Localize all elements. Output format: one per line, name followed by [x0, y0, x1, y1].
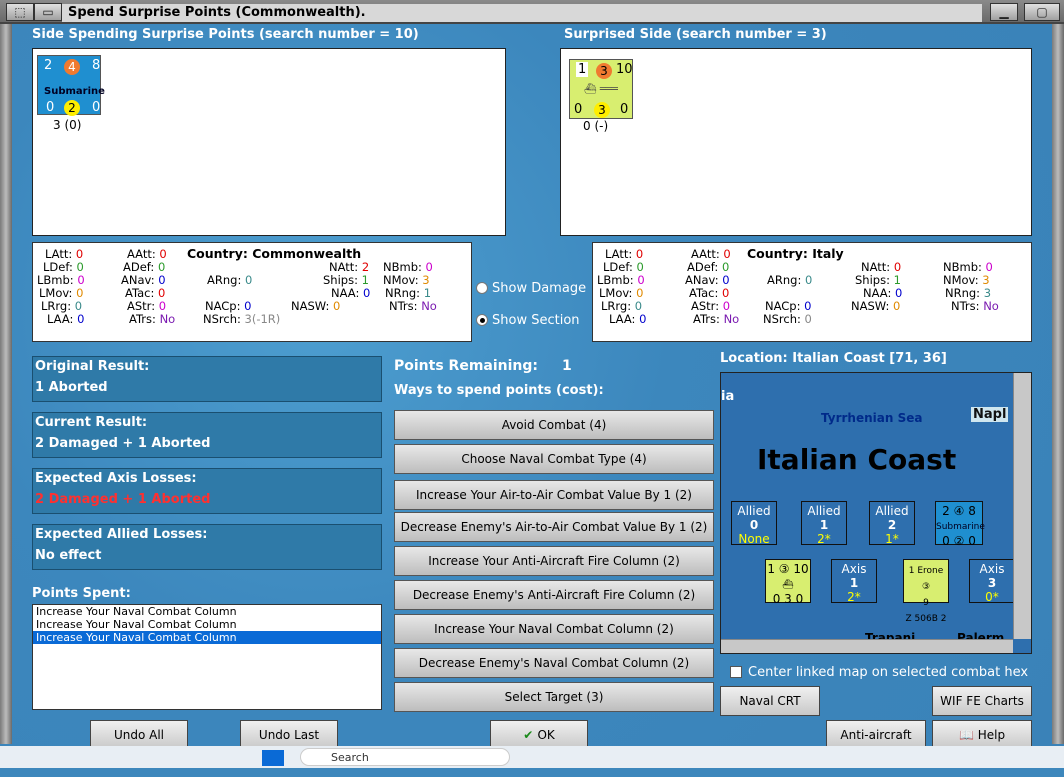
country-label: Country: Commonwealth [187, 246, 362, 261]
allied-losses-box: Expected Allied Losses: No effect [32, 524, 382, 570]
increase-anti-aircraft-button[interactable]: Increase Your Anti-Aircraft Fire Column … [394, 546, 714, 576]
title-bar: ⬚ ▭ Spend Surprise Points (Commonwealth)… [0, 0, 1064, 24]
checkmark-icon: ✔ [523, 728, 538, 742]
submarine-counter[interactable]: 2 4 8 Submarine 0 2 0 [37, 55, 105, 116]
right-side-header: Surprised Side (search number = 3) [564, 27, 827, 42]
avoid-combat-button[interactable]: Avoid Combat (4) [394, 410, 714, 440]
points-remaining-label: Points Remaining: [394, 358, 539, 374]
left-side-header: Side Spending Surprise Points (search nu… [32, 27, 419, 42]
decrease-enemy-naval-combat-button[interactable]: Decrease Enemy's Naval Combat Column (2) [394, 648, 714, 678]
list-item[interactable]: Increase Your Naval Combat Column [33, 605, 381, 618]
map-location-label: Location: Italian Coast [71, 36] [720, 351, 947, 366]
window-title: Spend Surprise Points (Commonwealth). [62, 4, 982, 22]
unit-caption: 0 (-) [583, 119, 609, 133]
select-target-button[interactable]: Select Target (3) [394, 682, 714, 712]
increase-naval-combat-button[interactable]: Increase Your Naval Combat Column (2) [394, 614, 714, 644]
allied-box-2[interactable]: Allied 2 1* [869, 501, 915, 546]
decrease-enemy-anti-aircraft-button[interactable]: Decrease Enemy's Anti-Aircraft Fire Colu… [394, 580, 714, 610]
points-spent-list[interactable]: Increase Your Naval Combat Column Increa… [32, 604, 382, 710]
points-remaining-value: 1 [562, 358, 572, 374]
right-frame [1052, 24, 1064, 744]
map-horizontal-scrollbar[interactable] [721, 639, 1013, 653]
unit-caption: 3 (0) [53, 118, 82, 132]
windows-start-icon[interactable] [262, 750, 284, 766]
left-units-panel: 2 4 8 Submarine 0 2 0 3 (0) [32, 48, 506, 236]
center-link-checkbox[interactable]: Center linked map on selected combat hex [730, 665, 1028, 680]
points-spent-label: Points Spent: [32, 586, 131, 601]
axis-box-0[interactable]: Axis 1 2* [831, 559, 877, 604]
dialog-window: ⬚ ▭ Spend Surprise Points (Commonwealth)… [0, 0, 1064, 770]
allied-box-1[interactable]: Allied 1 2* [801, 501, 847, 546]
show-damage-radio[interactable]: Show Damage [476, 281, 586, 296]
axis-box-1[interactable]: Axis 3 0* [969, 559, 1015, 604]
right-stats-panel: LAtt: 0 AAtt: 0 Country: Italy NAtt: 0 N… [592, 242, 1032, 342]
counter-name: Submarine [44, 86, 105, 97]
system-menu-button[interactable]: ⬚ [6, 3, 34, 21]
help-book-icon: 📖 [958, 728, 978, 742]
allied-box-0[interactable]: Allied 0 None [731, 501, 777, 546]
map-hex-title: Italian Coast [757, 443, 957, 476]
original-result-box: Original Result: 1 Aborted [32, 356, 382, 402]
axis-losses-box: Expected Axis Losses: 2 Damaged + 1 Abor… [32, 468, 382, 514]
left-frame [0, 24, 12, 744]
taskbar: Search [0, 746, 1064, 768]
minimize-button[interactable]: ▁ [990, 3, 1018, 21]
list-item[interactable]: Increase Your Naval Combat Column [33, 631, 381, 644]
naval-crt-button[interactable]: Naval CRT [720, 686, 820, 716]
current-result-box: Current Result: 2 Damaged + 1 Aborted [32, 412, 382, 458]
enemy-ship-counter[interactable]: 1 3 10 ⛴ ═══ 0 3 0 [569, 59, 633, 119]
left-stats-panel: LAtt: 0 AAtt: 0 Country: Commonwealth NA… [32, 242, 472, 342]
right-units-panel: 1 3 10 ⛴ ═══ 0 3 0 0 (-) [560, 48, 1032, 236]
country-label: Country: Italy [747, 246, 844, 261]
ways-label: Ways to spend points (cost): [394, 383, 604, 398]
hex-map[interactable]: ia Tyrrhenian Sea Napl Italian Coast All… [720, 372, 1032, 654]
show-section-radio[interactable]: Show Section [476, 313, 580, 328]
window-menu-button[interactable]: ▭ [34, 3, 62, 21]
list-item[interactable]: Increase Your Naval Combat Column [33, 618, 381, 631]
decrease-enemy-air-to-air-button[interactable]: Decrease Enemy's Air-to-Air Combat Value… [394, 512, 714, 542]
increase-air-to-air-button[interactable]: Increase Your Air-to-Air Combat Value By… [394, 480, 714, 510]
map-submarine-counter[interactable]: 2 ④ 8 Submarine 0 ② 0 [935, 501, 985, 548]
choose-naval-combat-type-button[interactable]: Choose Naval Combat Type (4) [394, 444, 714, 474]
wif-fe-charts-button[interactable]: WIF FE Charts [932, 686, 1032, 716]
ship-icon: ⛴ ═══ [584, 84, 618, 95]
counter-circle-top: 4 [64, 59, 80, 75]
sea-label: Tyrrhenian Sea [821, 411, 923, 425]
maximize-button[interactable]: ▢ [1024, 3, 1060, 21]
map-enemy-ship-counter[interactable]: 1 ③ 10 ⛴ 0 3 0 [765, 559, 811, 606]
taskbar-search[interactable]: Search [300, 748, 510, 766]
map-erone-counter[interactable]: 1 Erone ③9Z 506B 2 [903, 559, 949, 624]
map-vertical-scrollbar[interactable] [1013, 373, 1031, 639]
